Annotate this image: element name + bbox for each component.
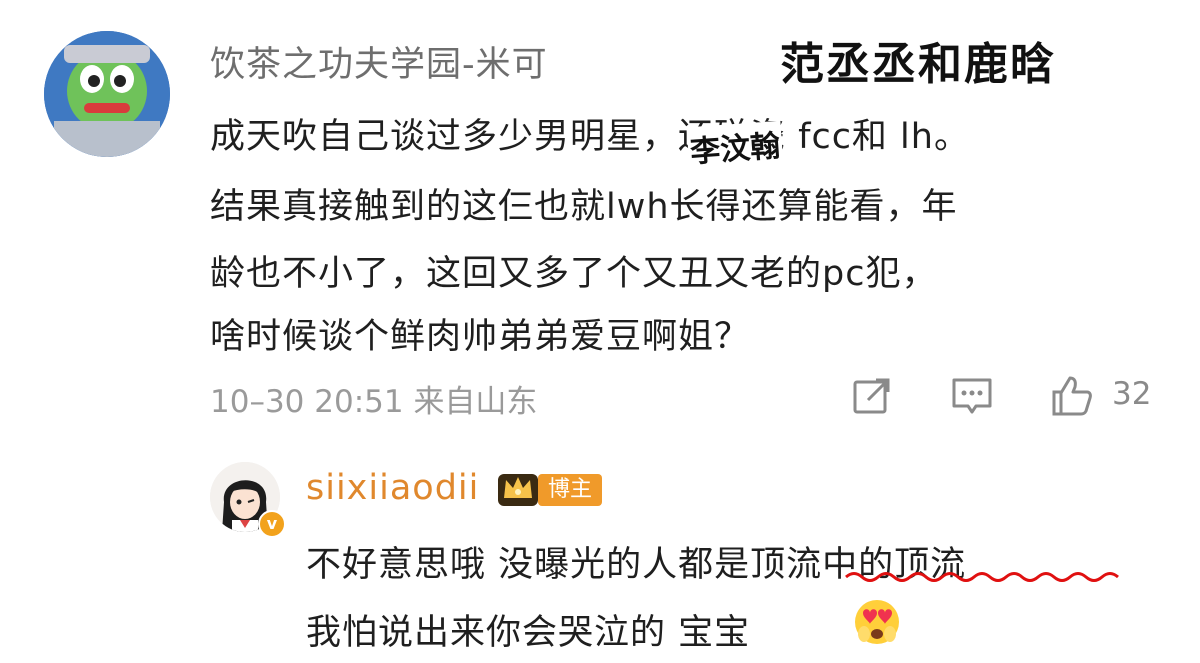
reply-text-line: 我怕说出来你会哭泣的 宝宝 [306, 613, 751, 653]
reply-username[interactable]: siixiiaodii [306, 468, 479, 508]
commenter-username[interactable]: 饮茶之功夫学园-米可 [210, 36, 548, 87]
handwritten-annotation: 李汶翰 [686, 120, 784, 172]
share-icon[interactable] [850, 374, 894, 418]
blogger-tag-badge: 博主 [538, 474, 603, 506]
comment-text-line: 龄也不小了，这回又多了个又丑又老的pc犯， [210, 254, 938, 294]
verified-badge: v [258, 510, 286, 538]
red-wavy-underline-annotation [845, 572, 1119, 582]
avatar-image [44, 31, 170, 157]
comment-icon[interactable] [950, 374, 994, 418]
comment-timestamp-location: 10–30 20:51 来自山东 [210, 384, 538, 420]
heart-eyes-emoji-icon [855, 600, 899, 644]
thumbs-up-icon[interactable] [1050, 374, 1094, 418]
comment-text-line: 啥时候谈个鲜肉帅弟弟爱豆啊姐？ [210, 317, 751, 357]
overlay-title-annotation: 范丞丞和鹿晗 [780, 39, 1056, 90]
comment-text-line: 成天吹自己谈过多少男明星，还碰瓷 fcc和 lh。 [210, 117, 970, 157]
commenter-avatar[interactable] [44, 31, 170, 157]
like-count: 32 [1112, 376, 1152, 412]
crown-badge-icon [498, 474, 538, 506]
comment-text-line: 结果真接触到的这仨也就lwh长得还算能看，年 [210, 187, 958, 227]
